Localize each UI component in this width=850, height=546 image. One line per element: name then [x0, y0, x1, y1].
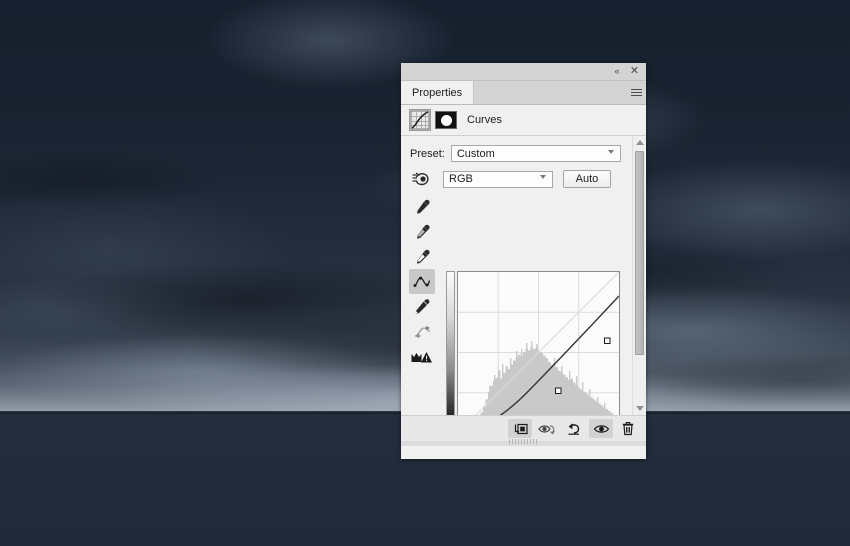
scroll-down-icon[interactable] [633, 402, 646, 415]
curve-point-tool-icon[interactable] [409, 269, 435, 294]
double-chevron-left-icon[interactable]: « [609, 64, 624, 79]
scroll-up-icon[interactable] [633, 136, 646, 149]
screen: « ✕ Properties Curves Preset: Custom RGB… [0, 0, 850, 546]
clip-to-layer-button[interactable] [508, 419, 532, 438]
pencil-tool-icon[interactable] [409, 294, 435, 319]
tab-properties-label: Properties [412, 86, 463, 99]
panel-footer [401, 415, 646, 446]
preset-select[interactable]: Custom [450, 145, 621, 162]
gray-point-eyedropper-icon[interactable] [409, 219, 435, 244]
layer-mask-icon [435, 111, 457, 129]
panel-menu-icon[interactable] [626, 81, 646, 104]
preset-label: Preset: [410, 147, 445, 160]
clip-to-layer-icon [514, 423, 528, 434]
on-image-adjustment-icon[interactable] [410, 169, 434, 189]
panel-scrollbar[interactable] [632, 136, 646, 415]
toggle-previous-state-button[interactable] [535, 419, 559, 438]
white-point-eyedropper-icon[interactable] [409, 244, 435, 269]
tab-strip-filler [474, 81, 626, 104]
scrollbar-thumb[interactable] [635, 151, 644, 355]
chevron-down-icon [540, 175, 547, 182]
properties-panel: « ✕ Properties Curves Preset: Custom RGB… [401, 63, 646, 459]
toggle-visibility-button[interactable] [589, 419, 613, 438]
adjustment-title: Curves [467, 114, 502, 126]
adjustment-header: Curves [401, 105, 646, 136]
previous-state-eye-icon [537, 424, 555, 434]
layer-mask-dot [440, 114, 452, 126]
panel-tab-strip: Properties [401, 81, 646, 105]
reset-button[interactable] [562, 419, 586, 438]
auto-button-label: Auto [575, 173, 599, 185]
eye-icon [593, 424, 609, 433]
preset-value: Custom [456, 147, 495, 160]
reset-arrow-icon [568, 422, 580, 435]
black-point-eyedropper-icon[interactable] [409, 194, 435, 219]
curve-plot-area[interactable] [457, 271, 620, 415]
output-gradient-strip [446, 271, 455, 415]
panel-titlebar[interactable]: « ✕ [401, 63, 646, 81]
clipping-warning-icon[interactable] [409, 344, 435, 369]
resize-grip-icon[interactable] [508, 439, 539, 444]
hamburger-glyph [630, 87, 642, 98]
channel-select[interactable]: RGB [443, 170, 553, 188]
preset-row: Preset: Custom [410, 145, 621, 162]
channel-row: RGB Auto [410, 169, 611, 189]
tab-properties[interactable]: Properties [401, 81, 475, 104]
smooth-curve-icon[interactable] [409, 319, 435, 344]
panel-body: Preset: Custom RGB Auto [401, 136, 646, 415]
close-icon[interactable]: ✕ [627, 64, 642, 79]
channel-value: RGB [449, 173, 473, 185]
curves-tool-column [409, 194, 435, 369]
chevron-down-icon [607, 149, 615, 157]
delete-button[interactable] [616, 419, 640, 438]
auto-button[interactable]: Auto [563, 170, 611, 188]
curves-adjustment-icon [409, 109, 431, 131]
trash-icon [622, 422, 634, 436]
